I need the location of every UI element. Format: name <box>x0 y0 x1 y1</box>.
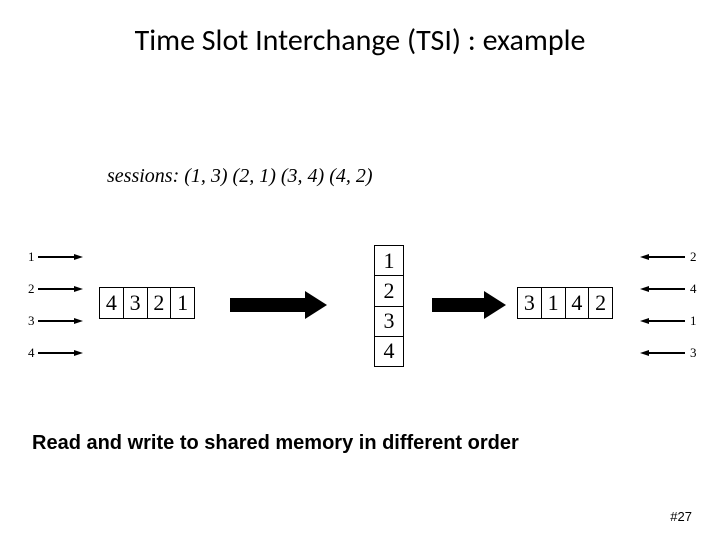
right-port-label: 4 <box>690 281 697 297</box>
input-cell: 2 <box>147 288 171 318</box>
left-port-label: 1 <box>28 249 35 265</box>
memory-cells: 1 2 3 4 <box>374 245 404 367</box>
left-port-label: 4 <box>28 345 35 361</box>
right-port-label: 3 <box>690 345 697 361</box>
input-cell: 4 <box>100 288 123 318</box>
sessions-line: sessions: (1, 3) (2, 1) (3, 4) (4, 2) <box>107 165 373 188</box>
input-cell: 3 <box>123 288 147 318</box>
output-cell: 2 <box>588 288 612 318</box>
output-cells: 3 1 4 2 <box>517 287 613 319</box>
left-port-label: 3 <box>28 313 35 329</box>
input-cells: 4 3 2 1 <box>99 287 195 319</box>
input-cell: 1 <box>170 288 194 318</box>
sessions-pairs: (1, 3) (2, 1) (3, 4) (4, 2) <box>184 165 372 187</box>
memory-cell: 2 <box>375 275 403 305</box>
output-cell: 3 <box>518 288 541 318</box>
left-port-label: 2 <box>28 281 35 297</box>
page-number: #27 <box>670 509 692 524</box>
output-cell: 1 <box>541 288 565 318</box>
output-cell: 4 <box>565 288 589 318</box>
memory-cell: 1 <box>375 246 403 275</box>
memory-cell: 3 <box>375 306 403 336</box>
footnote: Read and write to shared memory in diffe… <box>32 432 519 455</box>
sessions-prefix: sessions: <box>107 165 184 187</box>
memory-cell: 4 <box>375 336 403 366</box>
right-port-label: 2 <box>690 249 697 265</box>
page-title: Time Slot Interchange (TSI) : example <box>0 22 720 59</box>
right-port-label: 1 <box>690 313 697 329</box>
